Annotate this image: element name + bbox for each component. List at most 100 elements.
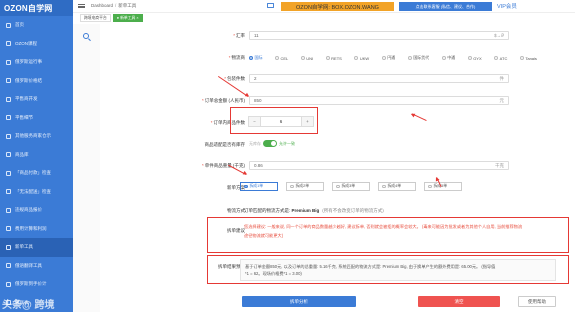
item-qty-label: *订单内商品件数 <box>210 120 245 125</box>
monitor-icon[interactable] <box>267 3 274 8</box>
breadcrumb: Dashboard / 新单工具 <box>91 3 136 9</box>
carrier-option-label: 国际货代 <box>413 55 430 60</box>
split-plan-option[interactable]: 拆成3单 <box>332 182 370 191</box>
unit-weight-input[interactable]: 0.86 千克 <box>249 161 509 170</box>
carrier-radio-option[interactable]: Tanais <box>519 55 537 61</box>
sidebar-item[interactable]: 俄罗斯价格结 <box>0 72 73 91</box>
menu-item-icon <box>6 263 11 269</box>
carrier-option-label: Tanais <box>525 55 537 61</box>
sidebar-item-label: 商品库 <box>15 151 29 157</box>
order-total-input[interactable]: 850 元 <box>249 96 509 105</box>
split-plan-option[interactable]: 拆成4单 <box>378 182 416 191</box>
contact-service-button[interactable]: 点击联系客服 (私信、建议、合作) <box>399 2 492 11</box>
clear-button[interactable]: 清空 <box>418 296 500 307</box>
shipping-method-value: Premium Big <box>291 208 320 213</box>
menu-item-icon <box>6 281 11 287</box>
highlight-estimate <box>207 255 569 284</box>
menu-item-icon <box>6 152 11 158</box>
sidebar-item[interactable]: 「商品付款」检查 <box>0 164 73 183</box>
content-gutter <box>73 24 100 312</box>
carrier-option-label: RETS <box>331 55 342 61</box>
carrier-option-label: UNI <box>306 55 314 61</box>
sidebar-item[interactable]: 俄语翻译工具 <box>0 257 73 276</box>
sidebar-item[interactable]: 平售商开发 <box>0 90 73 109</box>
carrier-radio-option[interactable]: CEL <box>275 55 288 61</box>
sidebar-item[interactable]: 首页 <box>0 16 73 35</box>
breadcrumb-separator: / <box>115 3 117 8</box>
radio-circle-icon <box>494 56 499 60</box>
sidebar-item-label: 平售细节 <box>15 114 33 120</box>
promo-banner[interactable]: OZON自学网: BOX.OZON.WANG <box>281 2 394 11</box>
radio-circle-icon <box>336 184 340 189</box>
sidebar-item-label: 俄语翻译工具 <box>15 262 42 268</box>
page-tabs: 跨境电商平台 ● 新单工具 × <box>80 14 143 22</box>
radio-circle-icon <box>382 184 386 189</box>
sidebar-item-label: 其他服务商家仓示 <box>15 133 51 139</box>
carrier-label: *物流商 <box>228 55 245 60</box>
menu-item-icon <box>6 207 11 213</box>
package-count-input[interactable]: 2件 <box>249 74 509 83</box>
radio-circle-icon <box>441 56 446 60</box>
sidebar-item[interactable]: 违规商品报价 <box>0 201 73 220</box>
sidebar-item[interactable]: 「无法配送」检查 <box>0 183 73 202</box>
analyze-button[interactable]: 拆单分析 <box>242 296 356 307</box>
sidebar-item[interactable]: 俄罗斯到手价计 <box>0 275 73 294</box>
carrier-radio-option[interactable]: RETS <box>325 55 342 61</box>
split-plan-label: 拆成3单 <box>341 184 356 188</box>
carrier-radio-option[interactable]: 円通 <box>381 55 395 61</box>
toggle-off-text: 无库存 <box>249 140 261 146</box>
radio-circle-icon <box>275 56 279 60</box>
split-plan-option[interactable]: 拆成2单 <box>286 182 324 191</box>
radio-circle-icon <box>354 56 359 60</box>
shipping-method-label: 物流方式 <box>227 208 245 213</box>
carrier-radio-option[interactable]: 国际 <box>249 55 263 61</box>
radio-circle-icon <box>428 184 432 189</box>
menu-item-icon <box>6 41 11 47</box>
menu-toggle-icon[interactable] <box>78 3 85 9</box>
carrier-option-label: CEL <box>280 55 289 61</box>
sidebar-item-label: 俄罗斯运行事 <box>15 59 42 65</box>
sidebar-item[interactable]: 商品库 <box>0 146 73 165</box>
help-button[interactable]: 使用帮助 <box>518 296 556 307</box>
carrier-radio-group: 国际 CEL UNI RETS UKW 円通 国际货代 中通 GYX ATC Tanais <box>249 55 549 61</box>
radio-circle-icon <box>519 56 524 60</box>
tab-home[interactable]: 跨境电商平台 <box>80 14 111 22</box>
shipping-method-result: 订单匹配的物流方式是: Premium Big (所有不会改变订单的物流方式) <box>244 208 384 213</box>
split-plan-label: 拆成1单 <box>249 184 264 188</box>
menu-item-icon <box>6 226 11 232</box>
exchange-input[interactable]: 11 $→₽ <box>249 31 509 40</box>
sidebar-item[interactable]: 费用计算和利润 <box>0 220 73 239</box>
carrier-radio-option[interactable]: UKW <box>354 55 369 61</box>
vip-link[interactable]: VIP会员 <box>497 2 517 10</box>
sidebar-item[interactable]: 新单工具 <box>0 238 73 257</box>
sidebar-item[interactable]: 俄罗斯运行事 <box>0 53 73 72</box>
carrier-radio-option[interactable]: 中通 <box>441 55 455 61</box>
radio-circle-icon <box>407 56 412 60</box>
breadcrumb-current: 新单工具 <box>118 3 137 8</box>
highlight-advice <box>207 217 569 253</box>
menu-item-icon <box>6 170 11 176</box>
sidebar-item-label: 新单工具 <box>15 244 33 250</box>
stock-toggle-group: 无库存 允许一致 <box>249 140 295 147</box>
search-icon[interactable] <box>83 33 89 39</box>
radio-circle-icon <box>381 56 386 60</box>
sidebar-item[interactable]: OZON课程 <box>0 35 73 54</box>
carrier-radio-option[interactable]: 国际货代 <box>407 55 430 61</box>
sidebar-item-label: 首页 <box>15 22 24 28</box>
tab-new-order-tool[interactable]: ● 新单工具 × <box>112 14 143 22</box>
sidebar-item[interactable]: 其他服务商家仓示 <box>0 127 73 146</box>
breadcrumb-home[interactable]: Dashboard <box>91 3 113 8</box>
carrier-radio-option[interactable]: GYX <box>467 55 482 61</box>
menu-item-icon <box>6 244 11 250</box>
carrier-radio-option[interactable]: ATC <box>494 55 507 61</box>
sidebar-item[interactable]: 平售细节 <box>0 109 73 128</box>
split-plan-option[interactable]: 拆成1单 <box>240 182 278 191</box>
split-plan-option[interactable]: 拆成5单 <box>424 182 462 191</box>
stock-toggle-switch[interactable] <box>263 140 277 147</box>
carrier-radio-option[interactable]: UNI <box>300 55 314 61</box>
split-plan-label: 新单方案 <box>227 185 245 190</box>
carrier-option-label: ATC <box>499 55 508 61</box>
radio-circle-icon <box>249 56 253 60</box>
logo[interactable]: OZON自学网 <box>0 0 73 16</box>
split-plan-group: 拆成1单 拆成2单 拆成3单 拆成4单 拆成5单 <box>240 182 470 191</box>
